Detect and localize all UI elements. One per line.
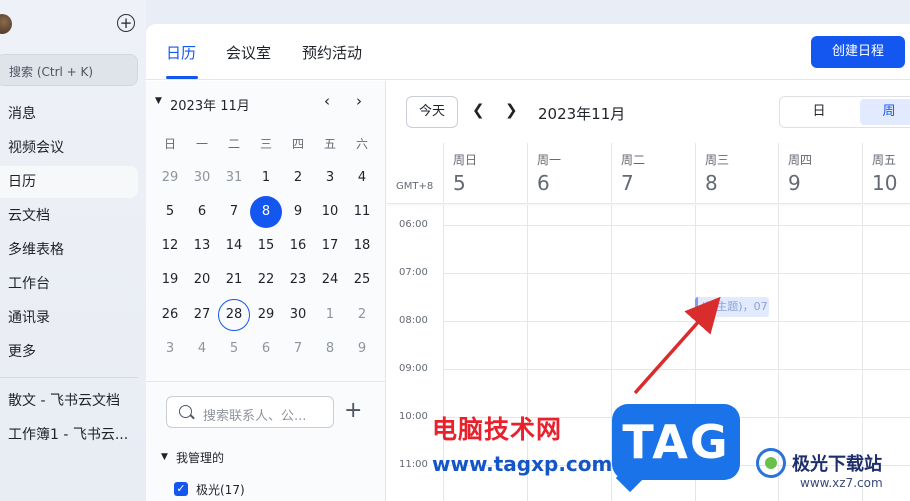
tag-logo: TAG xyxy=(612,404,740,480)
site-name: 极光下载站 xyxy=(792,454,882,475)
site-url: www.xz7.com xyxy=(800,476,883,490)
site-logo-icon xyxy=(756,448,786,478)
watermark-url: www.tagxp.com xyxy=(432,452,613,476)
watermark-text: 电脑技术网 xyxy=(432,415,563,444)
